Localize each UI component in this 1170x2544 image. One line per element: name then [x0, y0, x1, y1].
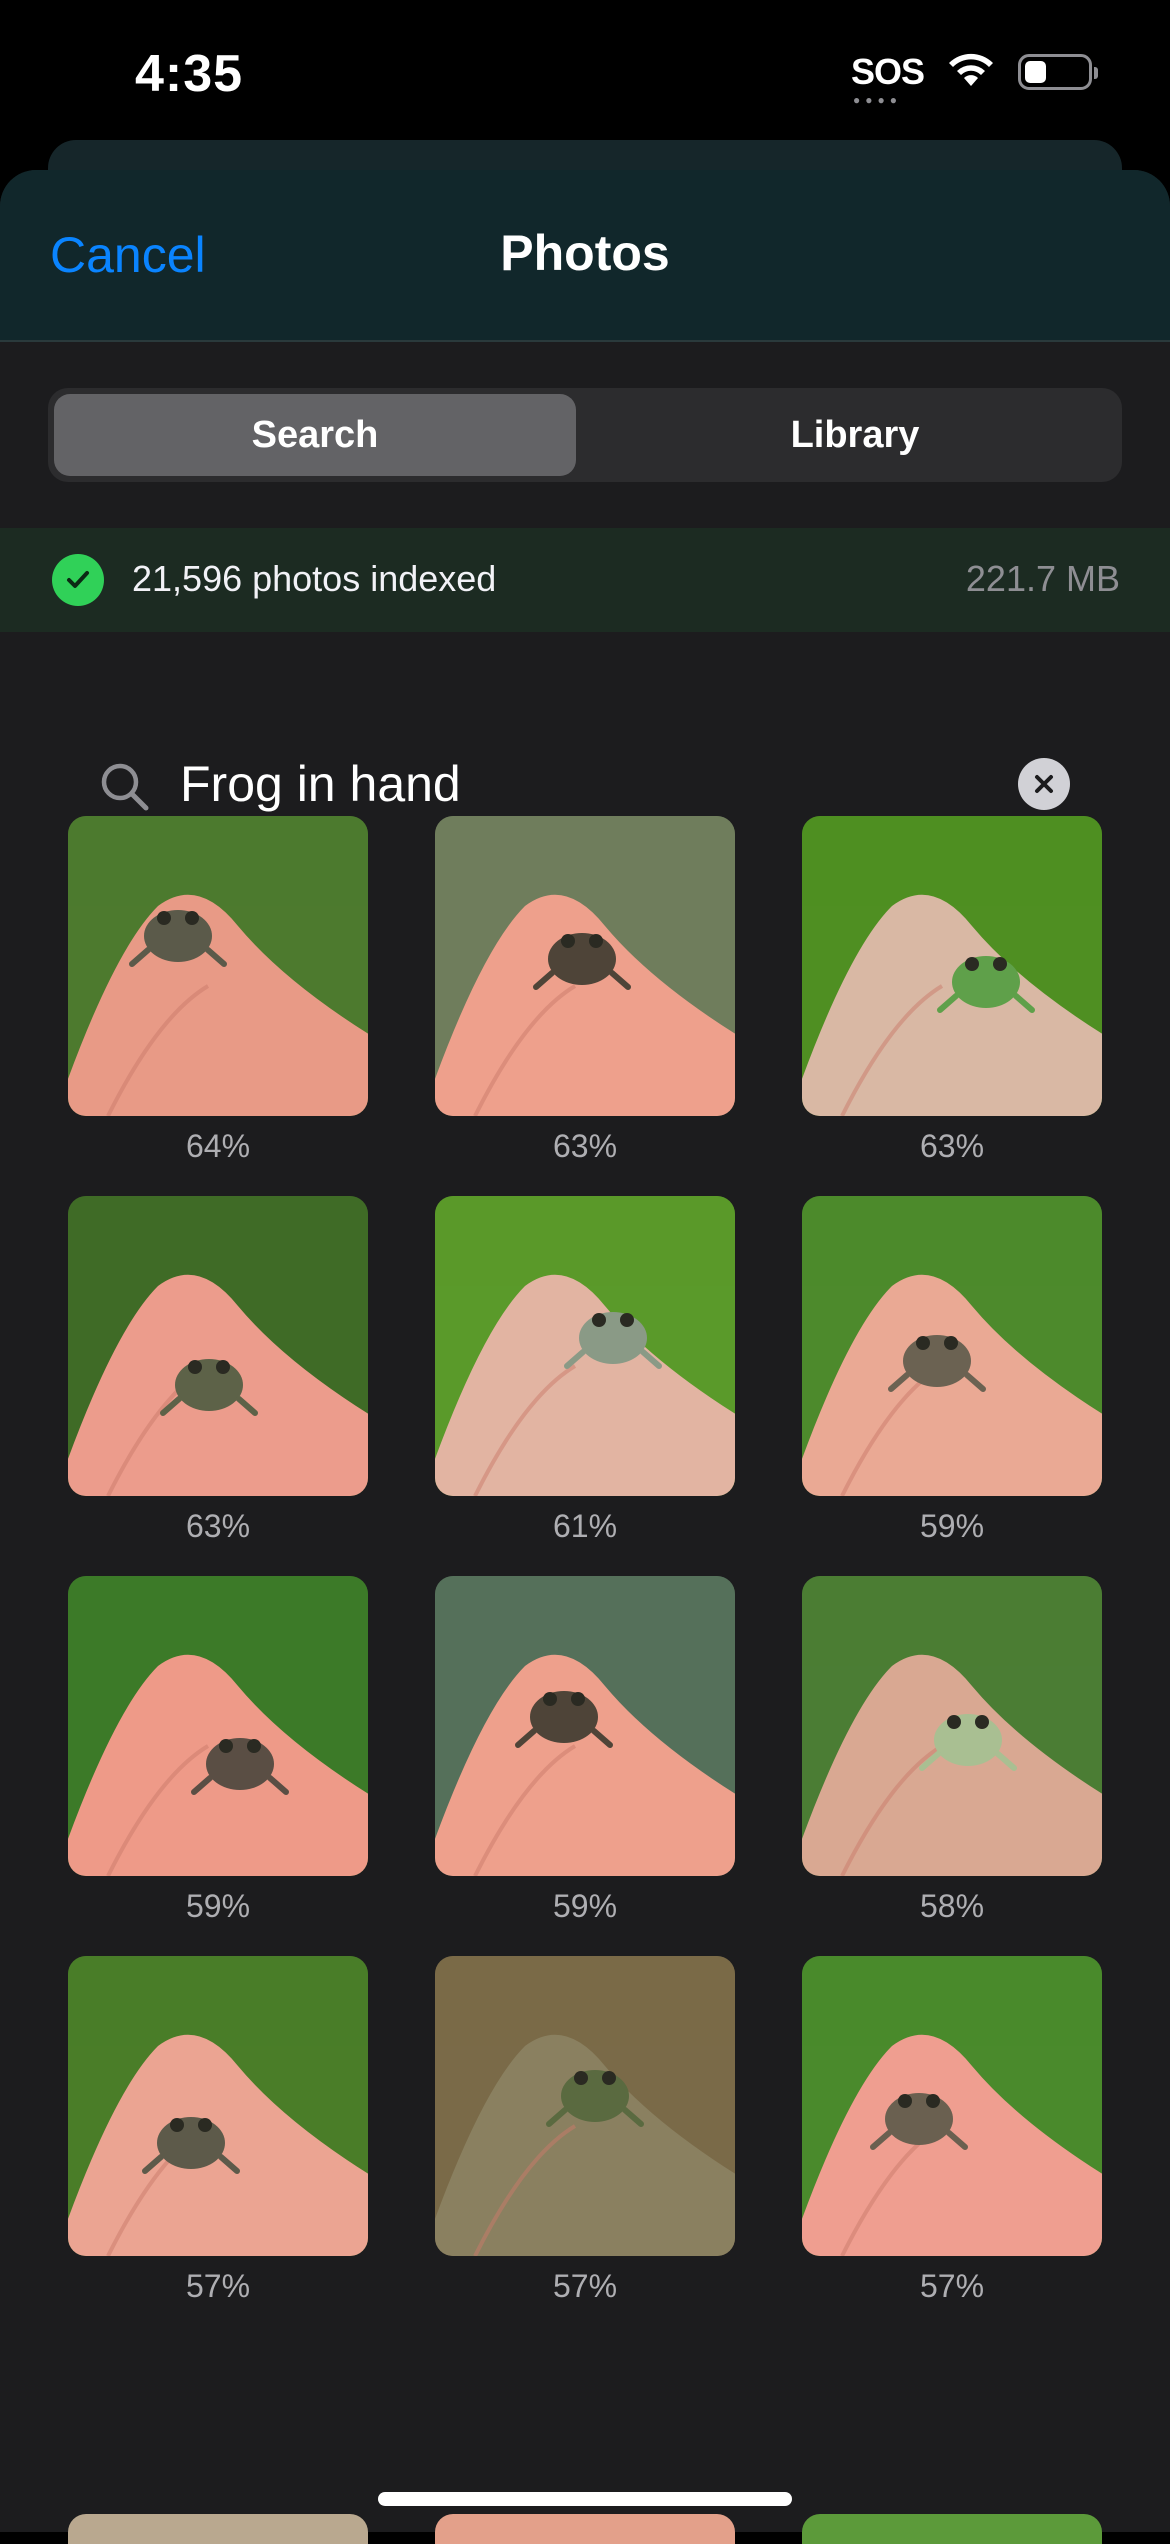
photo-thumbnail[interactable] — [68, 1956, 368, 2256]
home-indicator[interactable] — [378, 2492, 792, 2506]
nav-bar: Cancel Photos — [0, 170, 1170, 342]
similarity-score: 58% — [919, 1888, 985, 1924]
index-size: 221.7 MB — [965, 558, 1120, 599]
segmented-control: Search Library — [48, 388, 1122, 482]
result-item[interactable]: 57% — [435, 1956, 735, 2305]
checkmark-icon — [52, 554, 104, 606]
similarity-score: 59% — [919, 1508, 985, 1544]
battery-level — [1025, 60, 1046, 83]
result-item[interactable]: 58% — [802, 1576, 1102, 1925]
result-item[interactable]: 63% — [435, 816, 735, 1165]
result-item[interactable]: 59% — [68, 1576, 368, 1925]
similarity-score: 63% — [552, 1128, 618, 1164]
result-item[interactable]: 57% — [802, 1956, 1102, 2305]
photo-thumbnail[interactable] — [68, 1576, 368, 1876]
wifi-icon — [946, 50, 996, 93]
photo-thumbnail[interactable] — [435, 1576, 735, 1876]
battery-icon — [1018, 53, 1098, 90]
index-status-banner: 21,596 photos indexed 221.7 MB — [0, 528, 1170, 632]
similarity-score: 57% — [185, 2268, 251, 2304]
result-item[interactable]: 59% — [435, 1576, 735, 1925]
next-row-thumbnail — [435, 2514, 735, 2544]
tab-library[interactable]: Library — [594, 394, 1116, 476]
photo-thumbnail[interactable] — [435, 1196, 735, 1496]
status-bar: 4:35 SOS ●●●● — [0, 0, 1170, 150]
close-icon — [1035, 775, 1053, 793]
similarity-score: 59% — [552, 1888, 618, 1924]
photo-thumbnail[interactable] — [802, 816, 1102, 1116]
status-icons: SOS ●●●● — [850, 50, 1098, 107]
tab-search[interactable]: Search — [54, 394, 576, 476]
similarity-score: 63% — [919, 1128, 985, 1164]
similarity-score: 57% — [552, 2268, 618, 2304]
next-row-thumbnail — [802, 2514, 1102, 2544]
status-time: 4:35 — [135, 45, 244, 103]
photo-thumbnail[interactable] — [68, 816, 368, 1116]
sos-label: SOS — [850, 50, 925, 92]
similarity-score: 64% — [185, 1128, 251, 1164]
search-input[interactable] — [180, 752, 980, 816]
photo-thumbnail[interactable] — [68, 1196, 368, 1496]
photo-thumbnail[interactable] — [435, 1956, 735, 2256]
search-icon — [98, 760, 152, 819]
result-item[interactable]: 63% — [802, 816, 1102, 1165]
similarity-score: 61% — [552, 1508, 618, 1544]
result-item[interactable]: 64% — [68, 816, 368, 1165]
photo-thumbnail[interactable] — [435, 816, 735, 1116]
similarity-score: 63% — [185, 1508, 251, 1544]
clear-search-button[interactable] — [1018, 758, 1070, 810]
sos-indicator: SOS ●●●● — [850, 50, 925, 107]
result-item[interactable]: 63% — [68, 1196, 368, 1545]
result-item[interactable]: 57% — [68, 1956, 368, 2305]
signal-dots-icon: ●●●● — [852, 92, 902, 107]
similarity-score: 59% — [185, 1888, 251, 1924]
photo-thumbnail[interactable] — [802, 1576, 1102, 1876]
photo-thumbnail[interactable] — [802, 1196, 1102, 1496]
next-row-thumbnail — [68, 2514, 368, 2544]
similarity-score: 57% — [919, 2268, 985, 2304]
result-item[interactable]: 61% — [435, 1196, 735, 1545]
index-count: 21,596 photos indexed — [132, 558, 497, 599]
page-title: Photos — [500, 225, 670, 281]
photo-thumbnail[interactable] — [802, 1956, 1102, 2256]
result-item[interactable]: 59% — [802, 1196, 1102, 1545]
